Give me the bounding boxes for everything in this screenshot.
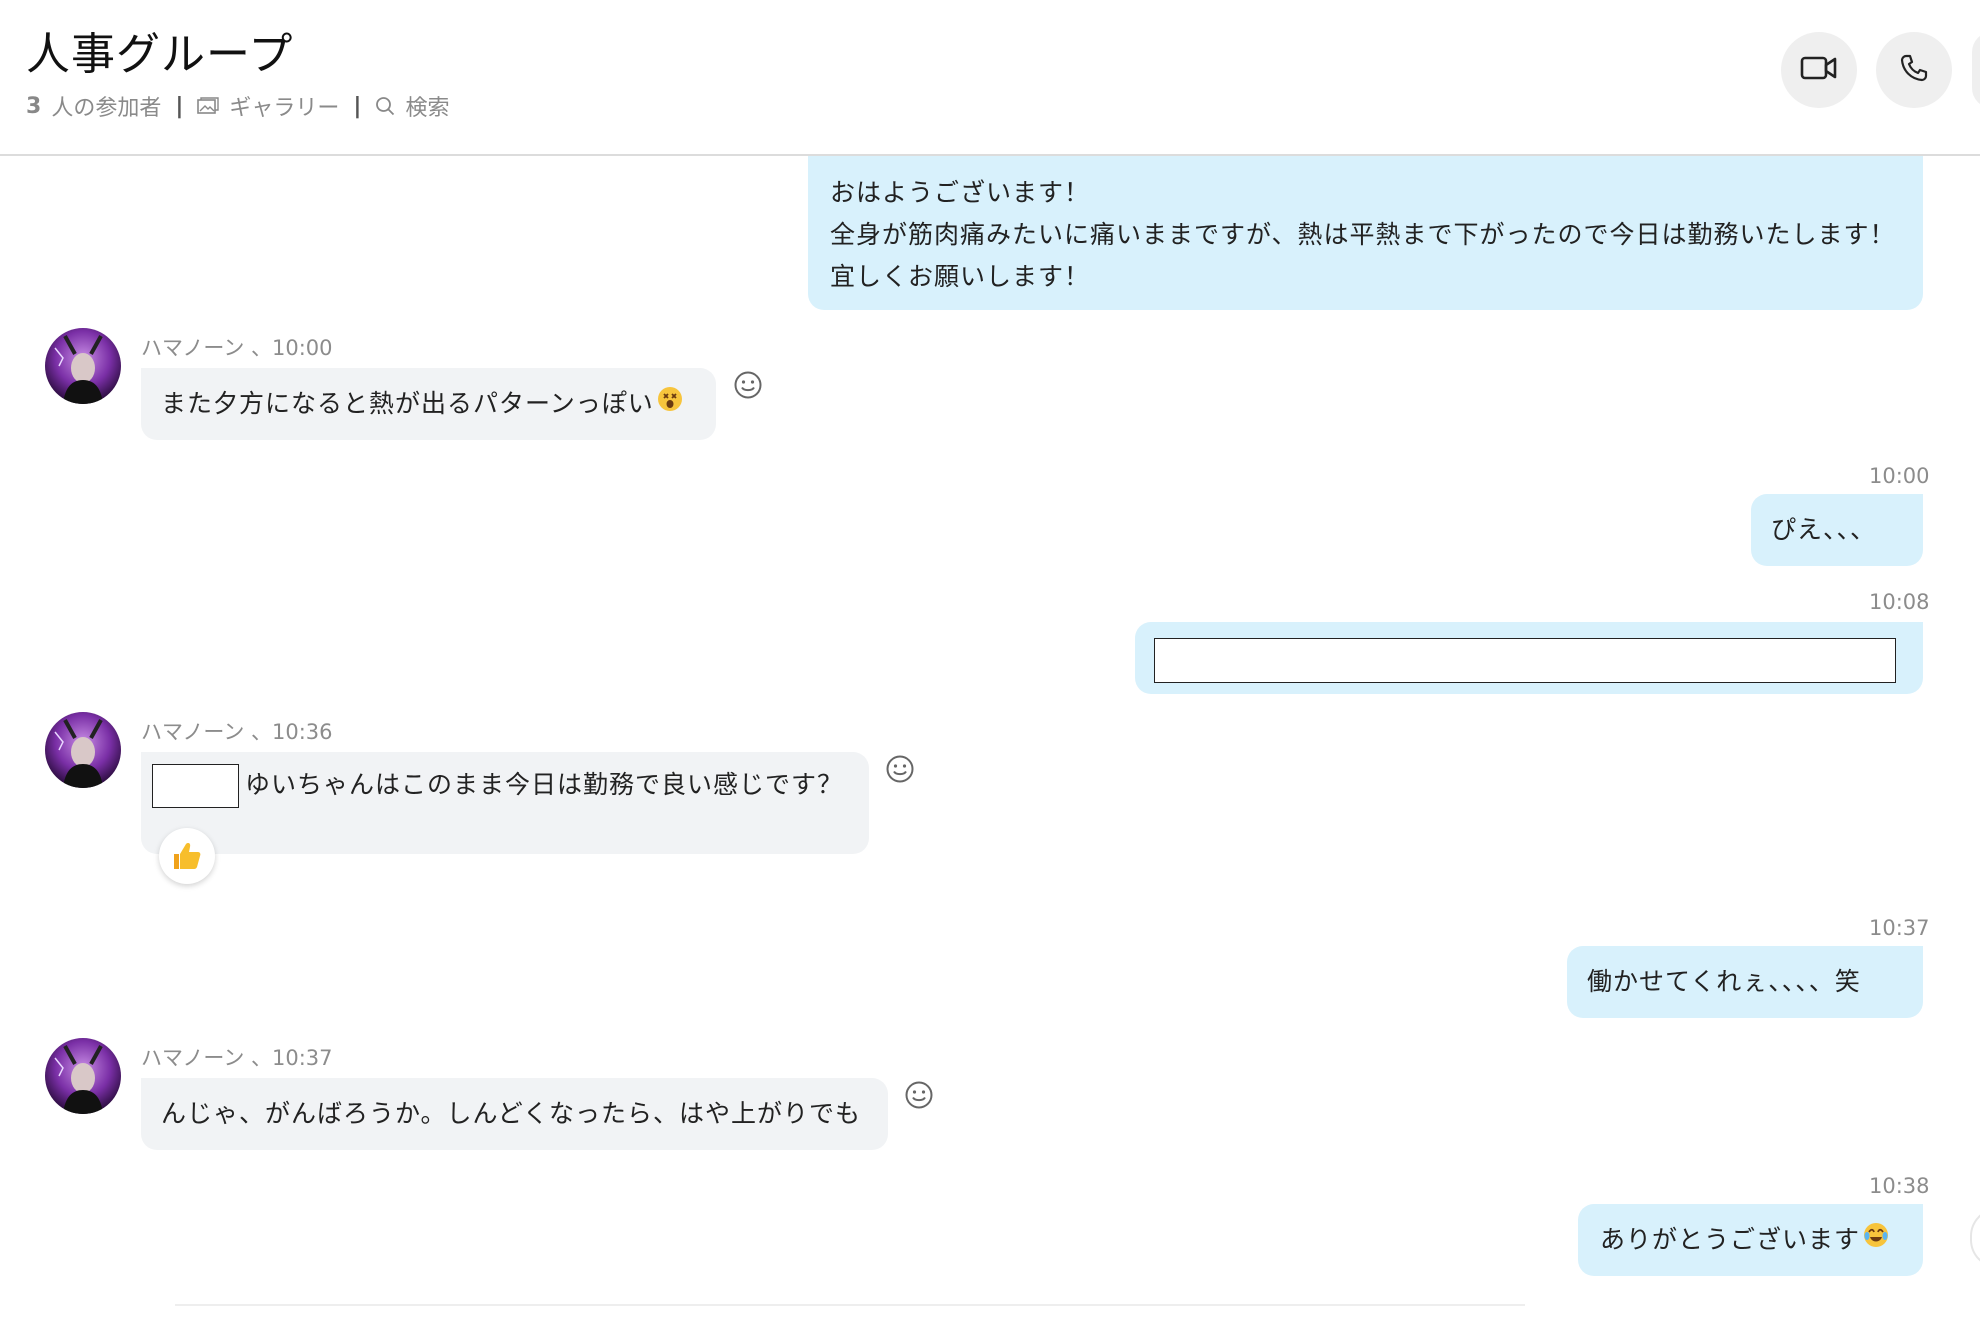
more-options-button[interactable] (1972, 32, 1980, 108)
gallery-icon (197, 97, 220, 115)
message-text: ぴえ、、、 (1771, 515, 1877, 544)
outgoing-message[interactable]: おはようございます！ 全身が筋肉痛みたいに痛いままですが、熱は平熱まで下がったの… (808, 156, 1923, 310)
separator: | (353, 93, 362, 119)
outgoing-message[interactable]: ぴえ、、、 (1751, 494, 1923, 566)
message-line: 宜しくお願いします！ (830, 262, 1091, 291)
message-list: おはようございます！ 全身が筋肉痛みたいに痛いままですが、熱は平熱まで下がったの… (0, 156, 1980, 1320)
message-time: 10:38 (1869, 1174, 1930, 1198)
gallery-label: ギャラリー (229, 96, 340, 121)
chat-header: 人事グループ 3 人の参加者 | ギャラリー | 検索 (0, 0, 1980, 156)
participants-link[interactable]: 3 人の参加者 (26, 90, 161, 122)
redacted-block (152, 764, 239, 808)
scroll-button[interactable] (1970, 1208, 1980, 1268)
message-line: おはようございます！ (830, 178, 1091, 207)
avatar[interactable] (45, 712, 121, 788)
message-text: ありがとうございます (1600, 1225, 1861, 1254)
incoming-message[interactable]: ゆいちゃんはこのまま今日は勤務で良い感じです？ (141, 752, 869, 854)
avatar[interactable] (45, 328, 121, 404)
incoming-message[interactable]: んじゃ、がんばろうか。しんどくなったら、はや上がりでも (141, 1078, 888, 1150)
composer-divider (175, 1304, 1525, 1306)
separator: | (175, 93, 184, 119)
add-reaction-icon[interactable] (733, 370, 763, 400)
outgoing-message[interactable]: 働かせてくれぇ、、、、笑 (1567, 946, 1923, 1018)
message-text: んじゃ、がんばろうか。しんどくなったら、はや上がりでも (161, 1099, 862, 1128)
chat-subbar: 3 人の参加者 | ギャラリー | 検索 (26, 90, 449, 122)
search-link[interactable]: 検索 (375, 90, 449, 122)
add-reaction-icon[interactable] (885, 754, 915, 784)
message-text: また夕方になると熱が出るパターンっぽい (161, 389, 654, 418)
phone-icon (1899, 53, 1929, 87)
redacted-block (1154, 638, 1896, 683)
search-label: 検索 (405, 96, 450, 121)
incoming-message[interactable]: また夕方になると熱が出るパターンっぽい (141, 368, 716, 440)
outgoing-message[interactable] (1135, 622, 1923, 694)
message-text: 働かせてくれぇ、、、、笑 (1587, 967, 1861, 996)
sender-meta: ハマノーン 、10:36 (141, 720, 333, 744)
video-call-icon (1800, 54, 1838, 86)
message-time: 10:37 (1869, 916, 1930, 940)
gallery-link[interactable]: ギャラリー (197, 90, 339, 122)
message-line: 全身が筋肉痛みたいに痛いままですが、熱は平熱まで下がったので今日は勤務いたします… (830, 220, 1896, 249)
message-text: ゆいちゃんはこのまま今日は勤務で良い感じです？ (245, 770, 844, 799)
dizzy-face-emoji (656, 384, 684, 426)
message-time: 10:08 (1869, 590, 1930, 614)
sender-meta: ハマノーン 、10:37 (141, 1046, 333, 1070)
chat-title: 人事グループ (26, 29, 294, 80)
message-time: 10:00 (1869, 464, 1930, 488)
audio-call-button[interactable] (1876, 32, 1952, 108)
outgoing-message[interactable]: ありがとうございます (1578, 1204, 1923, 1276)
chat-window: 人事グループ 3 人の参加者 | ギャラリー | 検索 おはようございます！ 全… (0, 0, 1980, 1320)
add-reaction-icon[interactable] (904, 1080, 934, 1110)
participants-count: 3 (26, 93, 42, 119)
search-icon (375, 96, 395, 116)
thumbs-up-reaction[interactable] (159, 828, 215, 884)
sender-meta: ハマノーン 、10:00 (141, 336, 333, 360)
tears-of-joy-emoji (1862, 1220, 1890, 1262)
avatar[interactable] (45, 1038, 121, 1114)
participants-label: 人の参加者 (51, 96, 162, 121)
video-call-button[interactable] (1781, 32, 1857, 108)
